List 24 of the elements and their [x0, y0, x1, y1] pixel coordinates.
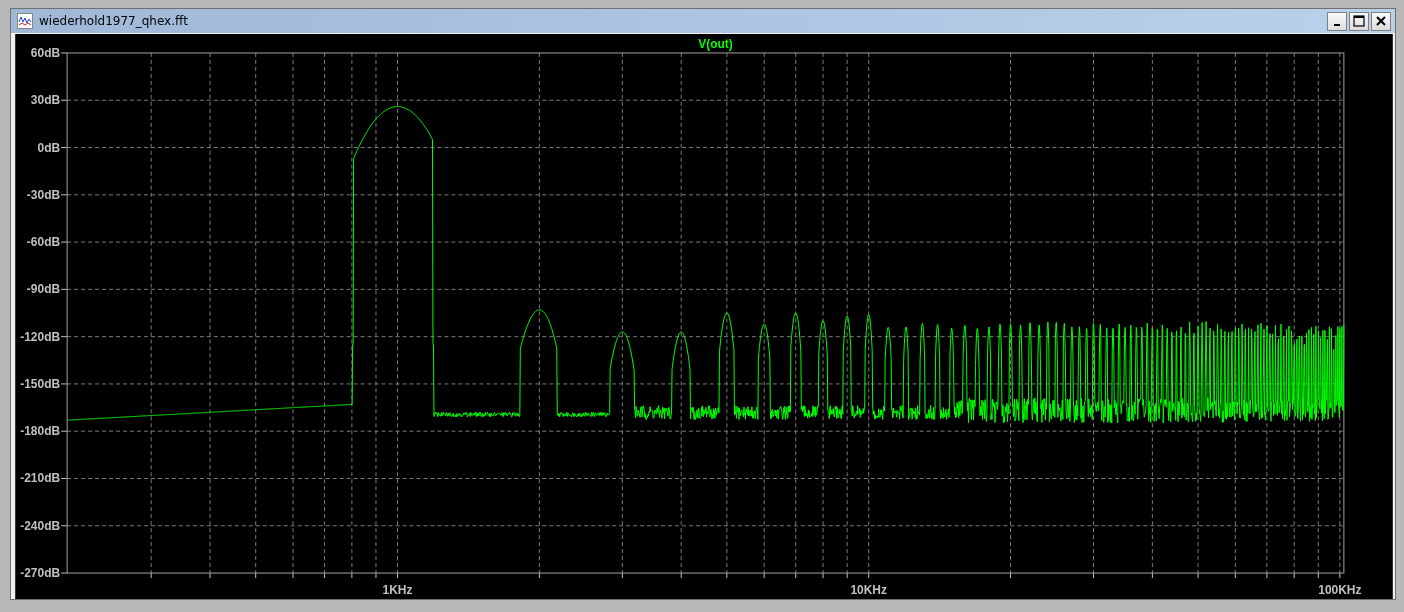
- y-axis-label: -90dB: [26, 282, 61, 297]
- y-axis-label: 0dB: [37, 140, 61, 155]
- y-axis-label: -150dB: [20, 376, 61, 391]
- y-axis-label: -270dB: [20, 566, 61, 581]
- minimize-icon: [1334, 24, 1340, 26]
- window-title: wiederhold1977_qhex.fft: [39, 14, 188, 28]
- close-button[interactable]: [1371, 11, 1391, 31]
- y-axis-label: 30dB: [30, 93, 61, 108]
- x-axis-label: 100KHz: [1318, 583, 1362, 597]
- y-axis-label: -60dB: [26, 235, 61, 250]
- y-axis-label: 60dB: [30, 45, 61, 60]
- y-axis-label: -120dB: [20, 329, 61, 344]
- waveform-icon: [17, 13, 33, 29]
- trace-label: V(out): [698, 37, 733, 51]
- y-axis-label: -180dB: [20, 424, 61, 439]
- y-axis-label: -240dB: [20, 518, 61, 533]
- maximize-button[interactable]: [1349, 11, 1369, 31]
- minimize-button[interactable]: [1327, 11, 1347, 31]
- x-axis-label: 10KHz: [850, 583, 887, 597]
- x-axis-label: 1KHz: [382, 583, 413, 597]
- y-axis-label: -210dB: [20, 471, 61, 486]
- close-icon: [1375, 15, 1387, 27]
- y-axis-label: -30dB: [26, 187, 61, 202]
- maximize-icon: [1353, 15, 1365, 27]
